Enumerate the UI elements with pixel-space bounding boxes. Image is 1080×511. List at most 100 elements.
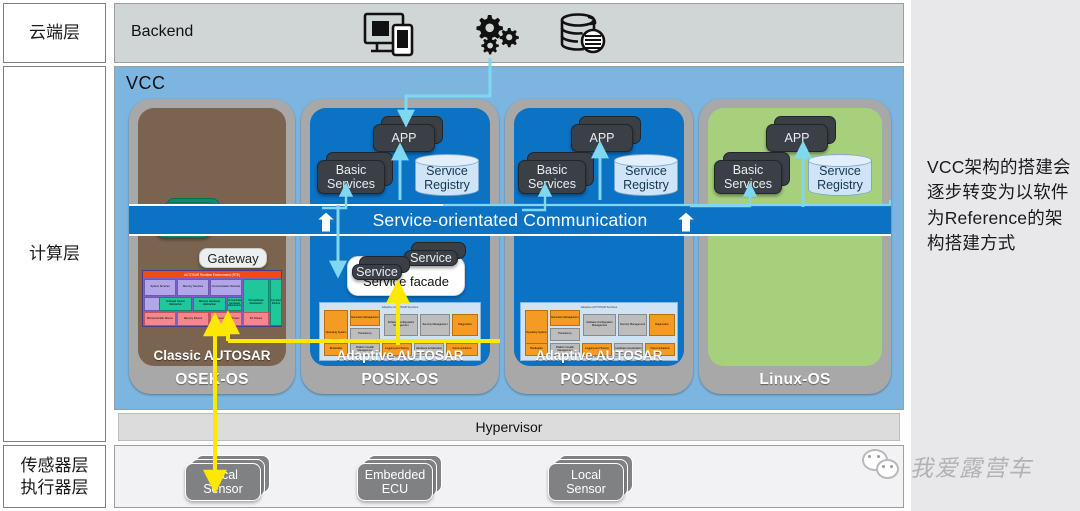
sensor-label-line2: Sensor — [566, 482, 606, 496]
basic-services-stacked-box[interactable]: Basic Services — [317, 152, 393, 194]
cylinder-top — [415, 154, 479, 167]
os-name-osek: OSEK-OS — [129, 371, 295, 389]
layer-label-compute-text: 计算层 — [29, 243, 80, 264]
layer-label-sensor: 传感器层 执行器层 — [3, 445, 106, 508]
sensor-label-line2: ECU — [365, 482, 425, 496]
cylinder-top — [808, 154, 872, 167]
ap-cell: Diagnostics — [649, 314, 675, 336]
watermark-text: 我爱露营车 — [910, 449, 1033, 483]
layer-label-compute: 计算层 — [3, 66, 106, 442]
basic-services-line2: Services — [327, 177, 375, 191]
basic-services-line1: Basic — [528, 163, 576, 177]
app-stacked-box[interactable]: APP — [571, 116, 641, 152]
service-registry-line2: Registry — [424, 178, 470, 192]
ap-services-header: Adaptive AUTOSAR Services — [521, 305, 677, 309]
embedded-ecu-box[interactable]: Embedded ECU — [357, 455, 442, 501]
stack-name-classic: Classic AUTOSAR — [138, 348, 286, 363]
layer-label-cloud: 云端层 — [3, 3, 106, 63]
ap-cell: Persistency — [550, 328, 580, 341]
os-name-posix-1: POSIX-OS — [301, 371, 499, 389]
adaptive-autosar-stack-2: APP Basic Services Service — [514, 108, 684, 366]
app-stacked-box[interactable]: APP — [766, 116, 836, 152]
service-registry-line2: Registry — [817, 178, 863, 192]
basic-services-stacked-box[interactable]: Basic Services — [518, 152, 594, 194]
sensor-label-line2: Sensor — [203, 482, 243, 496]
app-label: APP — [373, 124, 435, 152]
bsw-cell: Microcontroller Drivers — [144, 312, 176, 326]
soc-up-arrow-left — [315, 211, 337, 233]
local-sensor-box-2[interactable]: Local Sensor — [548, 455, 633, 501]
service-badge-upper-label: Service — [404, 250, 458, 266]
service-registry-cylinder[interactable]: Service Registry — [808, 154, 872, 196]
bsw-cell: Communication Drivers — [210, 312, 242, 326]
layer-label-sensor-line2: 执行器层 — [21, 477, 89, 498]
basic-services-line1: Basic — [724, 163, 772, 177]
linux-stack: APP Basic Services Service — [708, 108, 882, 366]
ap-cell: Diagnostics — [452, 314, 478, 336]
vcc-title: VCC — [126, 73, 166, 94]
app-label: APP — [766, 124, 828, 152]
bsw-cell: Memory Hardware Abstraction — [193, 297, 226, 311]
bsw-cell: Communication Hardware Abstraction — [227, 297, 242, 311]
service-registry-cylinder[interactable]: Service Registry — [614, 154, 678, 196]
ap-cell: Execution Management — [550, 310, 580, 326]
os-name-linux: Linux-OS — [699, 371, 891, 389]
soc-bar-label: Service-orientated Communication — [373, 210, 648, 231]
bsw-cell: Complex Drivers — [270, 279, 282, 326]
os-column-linux[interactable]: APP Basic Services Service — [699, 99, 891, 394]
ap-cell: Security Management — [618, 314, 647, 336]
layer-label-cloud-text: 云端层 — [29, 22, 80, 43]
app-label: APP — [571, 124, 633, 152]
soc-up-arrow-right — [675, 211, 697, 233]
os-column-posix-2[interactable]: APP Basic Services Service — [505, 99, 693, 394]
basic-services-line1: Basic — [327, 163, 375, 177]
gateway-button[interactable]: Gateway — [199, 248, 267, 268]
layer-label-sensor-line1: 传感器层 — [21, 455, 89, 476]
service-badge-lower-label: Service — [352, 264, 402, 280]
sensor-actuator-row: Local Sensor Embedded ECU Local Sensor — [114, 445, 904, 508]
basic-services-line2: Services — [724, 177, 772, 191]
backend-label: Backend — [131, 23, 193, 41]
backend-row: Backend — [114, 3, 904, 63]
watermark: 我爱露营车 — [861, 442, 1076, 490]
gateway-label: Gateway — [207, 251, 258, 266]
bsw-cell: Memory Drivers — [177, 312, 209, 326]
database-icon — [557, 11, 611, 57]
service-badge-lower[interactable]: Service — [352, 256, 410, 280]
cylinder-top — [614, 154, 678, 167]
sensor-label-line1: Local — [566, 468, 606, 482]
bsw-rte-header: AUTOSAR Runtime Environment (RTE) — [143, 271, 281, 278]
ap-services-header: Adaptive AUTOSAR Services — [320, 305, 480, 309]
ap-cell: Execution Management — [350, 310, 380, 326]
commentary-text: VCC架构的搭建会逐步转变为以软件为Reference的架构搭建方式 — [927, 155, 1077, 257]
bsw-cell: Onboard Device Abstraction — [159, 297, 192, 311]
wechat-icon — [861, 447, 903, 485]
adaptive-autosar-stack-1: APP Basic Services — [310, 108, 490, 366]
ap-cell: Software Configuration Management — [384, 314, 418, 336]
os-name-posix-2: POSIX-OS — [505, 371, 693, 389]
local-sensor-box-1[interactable]: Local Sensor — [185, 455, 270, 501]
vcc-panel: VCC SWC Gateway AUTOSAR Runtime Environm… — [114, 66, 904, 410]
ap-cell: Software Configuration Management — [583, 314, 616, 336]
sensor-label-line1: Local — [203, 468, 243, 482]
bsw-cell: I/O Drivers — [243, 312, 269, 326]
os-column-posix-1[interactable]: APP Basic Services — [301, 99, 499, 394]
commentary-panel: VCC架构的搭建会逐步转变为以软件为Reference的架构搭建方式 — [911, 0, 1080, 511]
service-oriented-communication-bar: Service-orientated Communication — [129, 204, 891, 236]
classic-autosar-stack: SWC Gateway AUTOSAR Runtime Environment … — [138, 108, 286, 366]
sensor-label-line1: Embedded — [365, 468, 425, 482]
service-badge-upper[interactable]: Service — [404, 242, 466, 266]
os-column-osek[interactable]: SWC Gateway AUTOSAR Runtime Environment … — [129, 99, 295, 394]
bsw-cell: Memory Services — [177, 279, 209, 296]
hypervisor-bar: Hypervisor — [118, 413, 900, 441]
app-stacked-box[interactable]: APP — [373, 116, 443, 152]
service-registry-cylinder[interactable]: Service Registry — [415, 154, 479, 196]
bsw-cell: Communication Services — [210, 279, 242, 296]
classic-bsw-table: AUTOSAR Runtime Environment (RTE) System… — [142, 270, 282, 327]
devices-icon — [363, 11, 423, 57]
hypervisor-label: Hypervisor — [476, 419, 543, 435]
bsw-cell: System Services — [144, 279, 176, 296]
gears-icon — [470, 11, 526, 57]
service-registry-line2: Registry — [623, 178, 669, 192]
basic-services-stacked-box[interactable]: Basic Services — [714, 152, 790, 194]
